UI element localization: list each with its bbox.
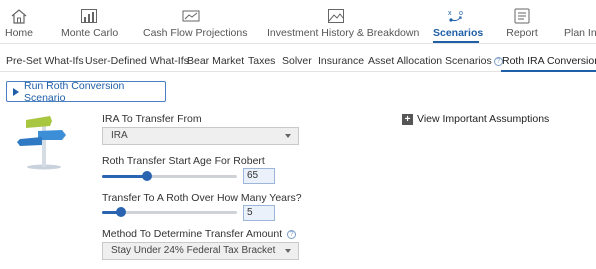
start-age-input[interactable]: 65 [243,168,275,184]
image-chart-icon [328,9,344,23]
run-roth-conversion-button[interactable]: Run Roth Conversion Scenario [6,79,166,104]
years-input[interactable]: 5 [243,205,275,221]
chevron-down-icon [285,249,291,253]
svg-text:o: o [459,10,463,17]
view-assumptions-link[interactable]: + View Important Assumptions [402,113,549,125]
tab-asset-allocation-scenarios[interactable]: Asset Allocation Scenarios? [368,55,503,67]
nav-scenarios[interactable]: xo Scenarios [433,0,484,44]
nav-investment-history[interactable]: Investment History & Breakdown [267,0,420,44]
method-label-text: Method To Determine Transfer Amount [102,228,283,240]
years-slider[interactable] [102,203,237,221]
tab-asset-allocation-label: Asset Allocation Scenarios [368,55,492,67]
ira-from-label: IRA To Transfer From [102,113,202,125]
method-value: Stay Under 24% Federal Tax Bracket [111,245,276,256]
slider-fill [102,175,147,178]
bar-chart-icon [81,9,97,23]
scenarios-icon: xo [448,10,463,22]
tab-insurance[interactable]: Insurance [318,55,364,67]
home-icon [11,9,27,24]
cash-flow-icon [182,10,200,22]
plus-icon: + [402,113,413,125]
signpost-illustration [17,116,66,170]
play-icon [13,87,19,96]
report-icon [514,8,530,24]
nav-plan-in[interactable]: Plan In [564,0,596,44]
method-label: Method To Determine Transfer Amount ? [102,228,297,240]
svg-text:x: x [448,10,452,17]
nav-scenarios-label: Scenarios [433,27,484,39]
run-roth-conversion-label: Run Roth Conversion Scenario [24,79,125,104]
nav-report[interactable]: Report [505,0,539,44]
tab-user-defined-what-ifs[interactable]: User-Defined What-Ifs [85,55,189,67]
nav-monte-carlo[interactable]: Monte Carlo [61,0,119,44]
tab-bear-market[interactable]: Bear Market [187,55,244,67]
top-navigation: Home Monte Carlo Cash Flow Projections I… [0,0,596,44]
view-assumptions-label: View Important Assumptions [417,113,550,125]
tab-roth-ira-conversion[interactable]: Roth IRA Conversion [500,55,596,72]
method-select[interactable]: Stay Under 24% Federal Tax Bracket [102,242,299,260]
start-age-slider[interactable] [102,167,237,185]
start-age-label: Roth Transfer Start Age For Robert [102,155,265,167]
chevron-down-icon [285,134,291,138]
help-icon[interactable]: ? [287,230,297,239]
nav-plan-in-label: Plan In [564,27,596,39]
slider-thumb[interactable] [115,207,126,217]
tab-taxes[interactable]: Taxes [248,55,275,67]
nav-report-label: Report [506,27,538,39]
scenario-subtabs: Pre-Set What-Ifs User-Defined What-Ifs B… [0,44,596,72]
nav-home[interactable]: Home [4,0,34,44]
tab-pre-set-what-ifs[interactable]: Pre-Set What-Ifs [6,55,84,67]
nav-home-label: Home [4,27,33,39]
nav-investment-history-label: Investment History & Breakdown [267,27,420,39]
nav-monte-carlo-label: Monte Carlo [61,27,119,39]
nav-cash-flow-label: Cash Flow Projections [143,27,248,39]
slider-thumb[interactable] [141,171,152,181]
nav-cash-flow[interactable]: Cash Flow Projections [143,0,248,44]
ira-from-select[interactable]: IRA [102,127,299,145]
tab-solver[interactable]: Solver [282,55,312,67]
ira-from-value: IRA [111,130,128,141]
